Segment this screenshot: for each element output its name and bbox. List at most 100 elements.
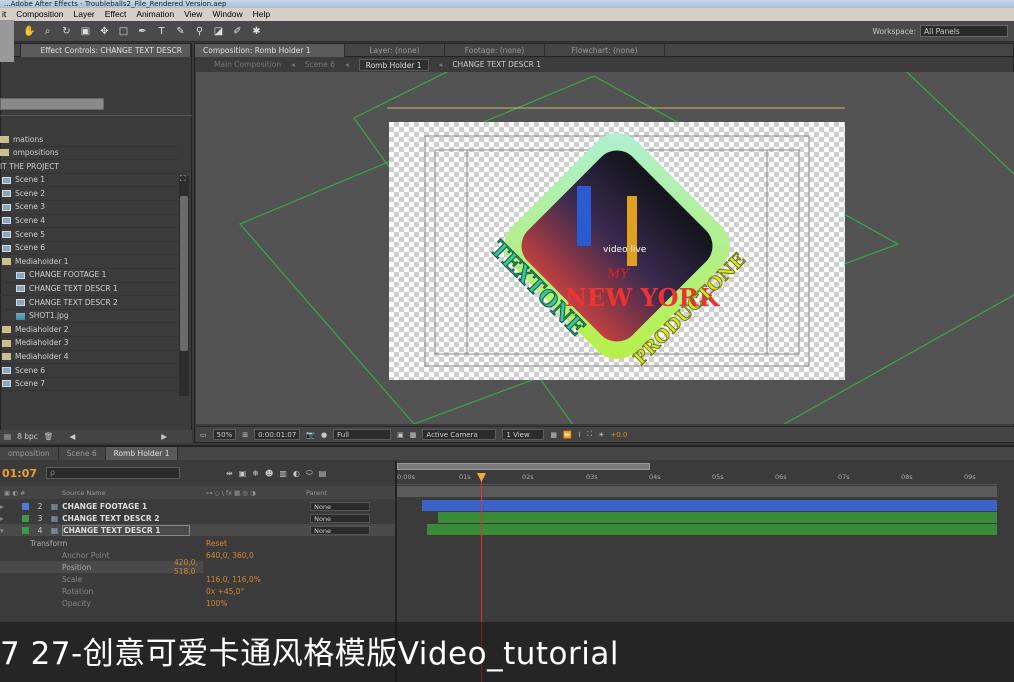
view-layout-select[interactable]: 1 View <box>502 429 545 440</box>
camera-select[interactable]: Active Camera <box>422 429 497 440</box>
layer-name[interactable]: CHANGE TEXT DESCR 2 <box>62 514 190 523</box>
eraser-tool-icon[interactable]: ◪ <box>213 26 224 37</box>
property-value[interactable]: 116,0, 116,0% <box>144 575 261 584</box>
clone-tool-icon[interactable]: ⚲ <box>194 26 205 37</box>
menu-composition[interactable]: Composition <box>16 8 63 21</box>
trash-icon[interactable]: 🗑 <box>44 432 54 441</box>
live-update-icon[interactable]: ▣ <box>239 469 247 478</box>
mask-tool-icon[interactable]: □ <box>118 26 129 37</box>
tab-layer[interactable]: Layer: (none) <box>345 43 445 57</box>
layer-bar[interactable] <box>438 512 997 523</box>
property-row[interactable]: Opacity 100% <box>0 597 395 609</box>
project-search-bar[interactable] <box>0 98 104 110</box>
project-item[interactable]: CHANGE FOOTAGE 1 <box>0 269 178 283</box>
parent-select[interactable]: None <box>310 525 371 535</box>
tab-effect-controls[interactable]: Effect Controls: CHANGE TEXT DESCR <box>21 43 191 57</box>
layer-name[interactable]: CHANGE TEXT DESCR 1 <box>62 524 191 536</box>
flowchart-icon[interactable]: ⛶ <box>180 174 186 184</box>
hand-tool-icon[interactable]: ✋ <box>23 26 35 37</box>
property-row[interactable]: Scale 116,0, 116,0% <box>0 573 395 585</box>
roto-tool-icon[interactable]: ✐ <box>232 26 243 37</box>
project-item[interactable]: Scene 7 <box>0 378 178 391</box>
project-item[interactable]: mations <box>0 133 178 147</box>
snapshot-icon[interactable]: 📷 <box>306 431 315 439</box>
shy-icon[interactable]: ☻ <box>265 469 273 478</box>
motion-blur-icon[interactable]: ◐ <box>293 469 300 478</box>
tab-footage[interactable]: Footage: (none) <box>445 43 545 57</box>
layer-row[interactable]: ▸ 2 ▦ CHANGE FOOTAGE 1 None <box>0 500 395 512</box>
transform-reset[interactable]: Reset <box>144 539 227 548</box>
rotate-tool-icon[interactable]: ↻ <box>61 26 72 37</box>
comp-mini-flowchart-icon[interactable]: ⇹ <box>226 469 233 478</box>
project-item[interactable]: Scene 1 <box>0 174 178 188</box>
project-item[interactable]: Mediaholder 1 <box>0 255 178 269</box>
tab-timeline-main[interactable]: omposition <box>0 447 59 460</box>
expand-arrow-icon[interactable]: ▸ <box>0 502 16 511</box>
layer-row-selected[interactable]: ▾ 4 ▦ CHANGE TEXT DESCR 1 None <box>0 524 395 536</box>
work-area-bar[interactable] <box>397 463 650 470</box>
breadcrumb-scene[interactable]: Scene 6 <box>305 60 335 69</box>
source-name-header[interactable]: Source Name <box>62 489 206 497</box>
project-item[interactable]: CHANGE TEXT DESCR 1 <box>0 283 178 297</box>
region-icon[interactable]: ▣ <box>397 431 404 439</box>
resolution-select[interactable]: Full <box>333 429 392 440</box>
breadcrumb-current[interactable]: Romb Holder 1 <box>358 58 429 71</box>
project-item[interactable]: Scene 3 <box>0 201 178 215</box>
time-navigator[interactable] <box>397 486 997 497</box>
label-color-swatch[interactable] <box>22 502 29 510</box>
project-item[interactable]: Scene 6 <box>0 364 178 378</box>
tab-composition[interactable]: Composition: Romb Holder 1 <box>195 43 345 57</box>
toggle-pixel-icon[interactable]: ▦ <box>550 431 557 439</box>
fast-preview-icon[interactable]: ⏩ <box>563 431 572 439</box>
menu-animation[interactable]: Animation <box>136 8 174 21</box>
project-item[interactable]: ompositions <box>0 147 178 161</box>
menu-view[interactable]: View <box>184 8 202 21</box>
project-item[interactable]: Scene 4 <box>0 215 178 229</box>
breadcrumb-layer[interactable]: CHANGE TEXT DESCR 1 <box>452 60 541 69</box>
project-item[interactable]: Mediaholder 4 <box>0 351 178 365</box>
menu-window[interactable]: Window <box>212 8 242 21</box>
project-item[interactable]: Scene 2 <box>0 187 178 201</box>
parent-select[interactable]: None <box>310 513 371 523</box>
workspace-select[interactable]: All Panels <box>920 25 1008 37</box>
parent-header[interactable]: Parent <box>306 489 327 497</box>
draft-3d-icon[interactable]: ❄ <box>252 469 259 478</box>
project-scrollbar-thumb[interactable] <box>180 196 188 351</box>
collapse-arrow-icon[interactable]: ▾ <box>0 526 16 535</box>
layer-bar[interactable] <box>422 500 997 511</box>
project-item[interactable]: Scene 6 <box>0 242 178 256</box>
tab-flowchart[interactable]: Flowchart: (none) <box>545 43 665 57</box>
timeline-search-input[interactable]: ρ <box>46 467 180 479</box>
type-tool-icon[interactable]: T <box>156 26 167 37</box>
property-value[interactable]: 100% <box>144 599 227 608</box>
camera-tool-icon[interactable]: ▣ <box>80 26 91 37</box>
tab-timeline-romb[interactable]: Romb Holder 1 <box>105 447 179 460</box>
layer-bar[interactable] <box>427 524 997 535</box>
property-row[interactable]: Rotation 0x +45,0° <box>0 585 395 597</box>
label-color-swatch[interactable] <box>22 526 29 534</box>
layer-row[interactable]: ▸ 3 ▦ CHANGE TEXT DESCR 2 None <box>0 512 395 524</box>
transform-label[interactable]: Transform <box>0 539 144 548</box>
property-row-selected[interactable]: Position 420,0, 518,0 <box>0 558 203 576</box>
project-item[interactable]: Scene 5 <box>0 228 178 242</box>
expand-arrow-icon[interactable]: ▸ <box>0 514 16 523</box>
zoom-select[interactable]: 50% <box>212 429 237 440</box>
brainstorm-icon[interactable]: ⬭ <box>306 468 313 478</box>
project-item[interactable]: SHOT1.jpg <box>0 310 178 324</box>
parent-select[interactable]: None <box>310 501 371 511</box>
current-time-field[interactable]: 0:00:01:07 <box>254 429 301 440</box>
menu-help[interactable]: Help <box>253 8 270 21</box>
project-item[interactable]: CHANGE TEXT DESCR 2 <box>0 296 178 310</box>
flowchart-view-icon[interactable]: ⛶ <box>587 430 592 439</box>
grid-icon[interactable]: ⊞ <box>242 431 248 439</box>
tab-timeline-scene6[interactable]: Scene 6 <box>59 447 106 460</box>
menu-effect[interactable]: Effect <box>105 8 127 21</box>
time-ruler[interactable]: 0:00s 01s 02s 03s 04s 05s 06s 07s 08s 09… <box>397 470 997 485</box>
transform-group[interactable]: Transform Reset <box>0 537 395 549</box>
graph-editor-icon[interactable]: ▤ <box>319 469 327 478</box>
pen-tool-icon[interactable]: ✒ <box>137 26 148 37</box>
property-value[interactable]: 0x +45,0° <box>144 587 244 596</box>
frame-blend-icon[interactable]: ▥ <box>279 469 287 478</box>
breadcrumb-main-composition[interactable]: Main Composition <box>214 60 281 69</box>
project-item[interactable]: IT THE PROJECT <box>0 160 178 174</box>
